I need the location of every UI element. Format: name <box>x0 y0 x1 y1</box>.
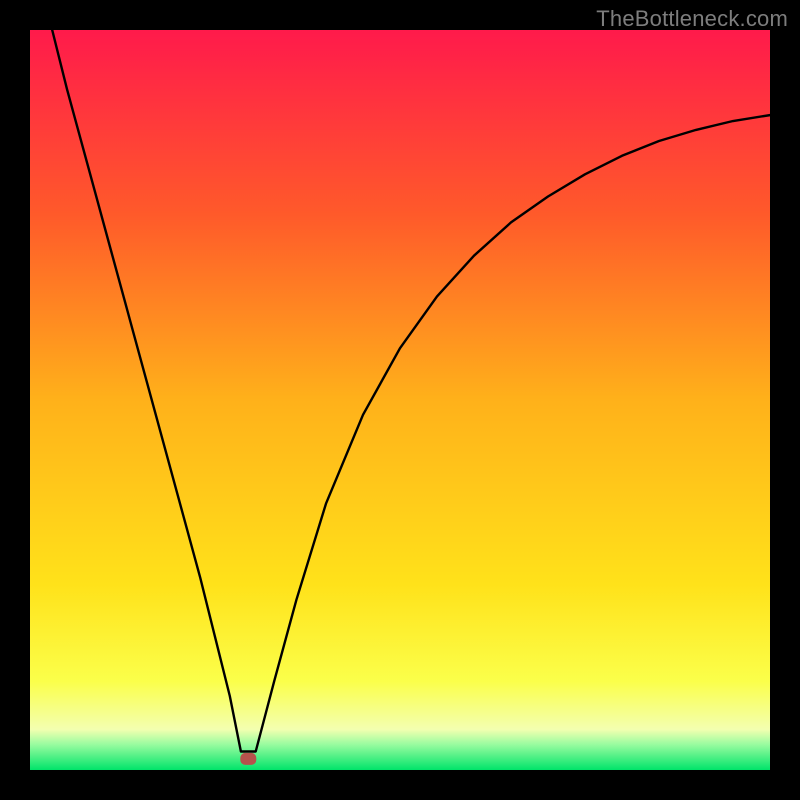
optimal-point-marker <box>240 753 256 765</box>
chart-frame: TheBottleneck.com <box>0 0 800 800</box>
chart-svg <box>30 30 770 770</box>
plot-area <box>30 30 770 770</box>
watermark-text: TheBottleneck.com <box>596 6 788 32</box>
